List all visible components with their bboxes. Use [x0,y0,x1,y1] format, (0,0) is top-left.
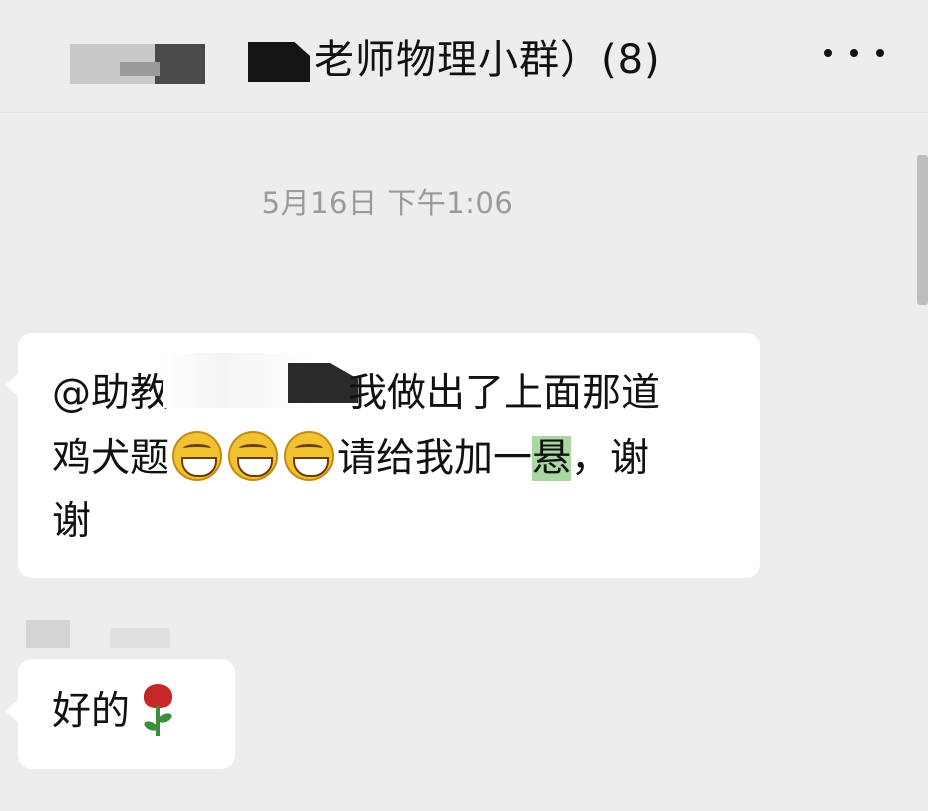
scrollbar[interactable] [917,155,928,305]
reply-text: 好的 [52,689,131,734]
rose-petal [144,684,173,708]
back-button-redacted-detail [120,62,160,76]
message-text: ，谢 [571,436,650,481]
grinning-face-emoji-icon [228,431,279,481]
dot [824,49,832,57]
top-bar: 老师物理小群）(8) [0,0,928,113]
message-bubble[interactable]: @助教 我做出了上面那道 鸡犬题 请给我加一悬，谢 谢 [5,333,760,578]
message-text: 请给我加一 [337,436,533,481]
message-line-1-rest: 我做出了上面那道 [348,371,661,416]
dot [876,49,884,57]
message-line-2: 鸡犬题 请给我加一悬，谢 [52,428,649,490]
grinning-face-emoji-icon [172,431,223,481]
title-redacted-block [248,42,310,82]
message-line-1: @助教 [52,363,169,425]
message-timestamp: 5月16日 下午1:06 [261,186,514,220]
reply-bubble[interactable]: 好的 [5,659,235,769]
dot [850,49,858,57]
highlighted-character: 悬 [532,436,572,481]
message-line-3: 谢 [52,499,92,544]
rose-emoji-icon [140,684,176,738]
chat-title: 老师物理小群）(8) [314,37,661,83]
grinning-face-emoji-icon [284,431,335,481]
sender-name-redacted [110,628,170,648]
message-text: 鸡犬题 [52,436,170,481]
back-button-redacted-block [155,44,205,84]
more-dots-icon[interactable] [824,38,884,68]
mention-text: @助教 [52,371,170,416]
sender-avatar-redacted [26,620,70,648]
reply-line: 好的 [52,681,176,743]
